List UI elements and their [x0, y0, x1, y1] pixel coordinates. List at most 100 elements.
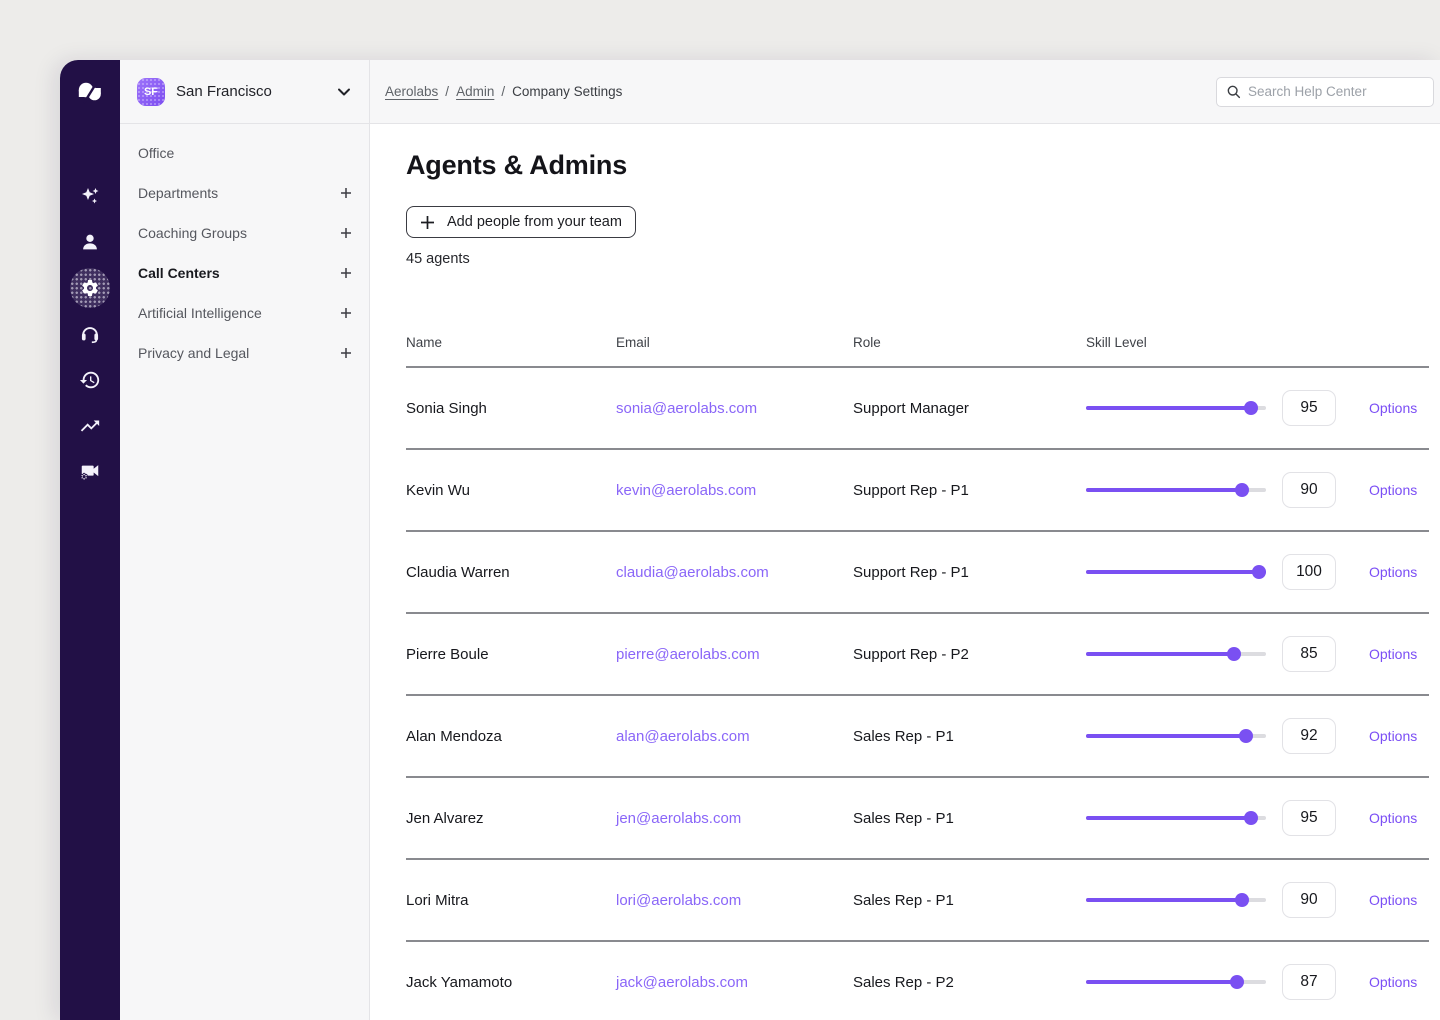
agent-role: Sales Rep - P2 — [853, 974, 1086, 991]
agent-name: Lori Mitra — [406, 892, 616, 909]
headset-icon — [79, 323, 101, 345]
plus-icon — [340, 267, 352, 279]
slider-fill — [1086, 980, 1243, 984]
slider-thumb[interactable] — [1252, 565, 1266, 579]
ai-sparkles-nav-button[interactable] — [70, 176, 110, 216]
sidebar-menu: Office Departments Coaching Groups Call … — [120, 124, 369, 373]
agent-count: 45 agents — [406, 251, 1440, 267]
sidebar-item-office[interactable]: Office — [120, 133, 369, 173]
skill-value-input[interactable] — [1282, 964, 1336, 1000]
skill-value-input[interactable] — [1282, 390, 1336, 426]
skill-value-input[interactable] — [1282, 636, 1336, 672]
chevron-down-icon — [337, 87, 351, 97]
column-header-role: Role — [853, 335, 1086, 350]
table-row: Jen Alvarez jen@aerolabs.com Sales Rep -… — [406, 778, 1429, 860]
slider-thumb[interactable] — [1244, 811, 1258, 825]
agent-name: Claudia Warren — [406, 564, 616, 581]
skill-slider[interactable] — [1086, 646, 1266, 662]
slider-thumb[interactable] — [1227, 647, 1241, 661]
support-headset-nav-button[interactable] — [70, 314, 110, 354]
skill-slider[interactable] — [1086, 400, 1266, 416]
sidebar-item-privacy-and-legal[interactable]: Privacy and Legal — [120, 333, 369, 373]
settings-nav-button[interactable] — [70, 268, 110, 308]
agent-email-link[interactable]: alan@aerolabs.com — [616, 728, 853, 745]
skill-slider[interactable] — [1086, 564, 1266, 580]
options-link[interactable]: Options — [1369, 400, 1429, 416]
slider-fill — [1086, 406, 1257, 410]
skill-slider[interactable] — [1086, 482, 1266, 498]
agent-role: Sales Rep - P1 — [853, 810, 1086, 827]
skill-value-input[interactable] — [1282, 472, 1336, 508]
sidebar-item-coaching-groups[interactable]: Coaching Groups — [120, 213, 369, 253]
slider-fill — [1086, 652, 1239, 656]
slider-thumb[interactable] — [1235, 893, 1249, 907]
sidebar-item-label: Call Centers — [138, 265, 220, 281]
breadcrumb-separator: / — [501, 84, 505, 99]
breadcrumb-item[interactable]: Admin — [456, 84, 494, 99]
agent-role: Support Rep - P2 — [853, 646, 1086, 663]
skill-value-input[interactable] — [1282, 800, 1336, 836]
workspace-name: San Francisco — [176, 83, 272, 100]
slider-thumb[interactable] — [1244, 401, 1258, 415]
workspace-avatar: SF — [137, 78, 165, 106]
settings-sidebar: SF San Francisco Office Departments Coac… — [120, 60, 370, 1020]
skill-slider[interactable] — [1086, 810, 1266, 826]
slider-thumb[interactable] — [1230, 975, 1244, 989]
breadcrumb-item[interactable]: Aerolabs — [385, 84, 438, 99]
agent-email-link[interactable]: sonia@aerolabs.com — [616, 400, 853, 417]
sidebar-item-label: Artificial Intelligence — [138, 305, 262, 321]
search-icon — [1226, 84, 1241, 99]
agent-email-link[interactable]: jen@aerolabs.com — [616, 810, 853, 827]
person-icon — [79, 231, 101, 253]
options-link[interactable]: Options — [1369, 892, 1429, 908]
table-row: Jack Yamamoto jack@aerolabs.com Sales Re… — [406, 942, 1429, 1020]
agents-table: Name Email Role Skill Level Sonia Singh … — [406, 318, 1429, 1020]
agent-email-link[interactable]: pierre@aerolabs.com — [616, 646, 853, 663]
slider-fill — [1086, 898, 1248, 902]
options-link[interactable]: Options — [1369, 810, 1429, 826]
plus-icon — [340, 227, 352, 239]
add-people-button[interactable]: Add people from your team — [406, 206, 636, 238]
table-row: Claudia Warren claudia@aerolabs.com Supp… — [406, 532, 1429, 614]
video-settings-icon — [79, 461, 101, 483]
page-content: Agents & Admins Add people from your tea… — [370, 124, 1440, 1020]
sidebar-item-call-centers[interactable]: Call Centers — [120, 253, 369, 293]
skill-value-input[interactable] — [1282, 718, 1336, 754]
skill-slider[interactable] — [1086, 728, 1266, 744]
options-link[interactable]: Options — [1369, 564, 1429, 580]
agent-name: Jack Yamamoto — [406, 974, 616, 991]
skill-slider[interactable] — [1086, 974, 1266, 990]
sidebar-item-departments[interactable]: Departments — [120, 173, 369, 213]
agent-email-link[interactable]: kevin@aerolabs.com — [616, 482, 853, 499]
slider-thumb[interactable] — [1239, 729, 1253, 743]
help-search-box[interactable] — [1216, 77, 1434, 107]
main-area: Aerolabs/Admin/Company Settings Agents &… — [370, 60, 1440, 1020]
slider-fill — [1086, 570, 1266, 574]
sidebar-item-label: Coaching Groups — [138, 225, 247, 241]
workspace-switcher[interactable]: SF San Francisco — [120, 60, 369, 124]
options-link[interactable]: Options — [1369, 974, 1429, 990]
agent-email-link[interactable]: jack@aerolabs.com — [616, 974, 853, 991]
agent-email-link[interactable]: claudia@aerolabs.com — [616, 564, 853, 581]
table-row: Kevin Wu kevin@aerolabs.com Support Rep … — [406, 450, 1429, 532]
contacts-nav-button[interactable] — [70, 222, 110, 262]
options-link[interactable]: Options — [1369, 646, 1429, 662]
table-row: Alan Mendoza alan@aerolabs.com Sales Rep… — [406, 696, 1429, 778]
skill-value-input[interactable] — [1282, 554, 1336, 590]
slider-thumb[interactable] — [1235, 483, 1249, 497]
meetings-nav-button[interactable] — [70, 452, 110, 492]
dialpad-logo-icon — [75, 80, 105, 104]
options-link[interactable]: Options — [1369, 728, 1429, 744]
agent-email-link[interactable]: lori@aerolabs.com — [616, 892, 853, 909]
agent-role: Sales Rep - P1 — [853, 892, 1086, 909]
search-input[interactable] — [1248, 84, 1424, 99]
skill-slider[interactable] — [1086, 892, 1266, 908]
skill-value-input[interactable] — [1282, 882, 1336, 918]
trending-up-icon — [79, 415, 101, 437]
options-link[interactable]: Options — [1369, 482, 1429, 498]
analytics-nav-button[interactable] — [70, 406, 110, 446]
breadcrumb-separator: / — [445, 84, 449, 99]
sidebar-item-artificial-intelligence[interactable]: Artificial Intelligence — [120, 293, 369, 333]
dialpad-logo[interactable] — [75, 80, 105, 106]
history-nav-button[interactable] — [70, 360, 110, 400]
